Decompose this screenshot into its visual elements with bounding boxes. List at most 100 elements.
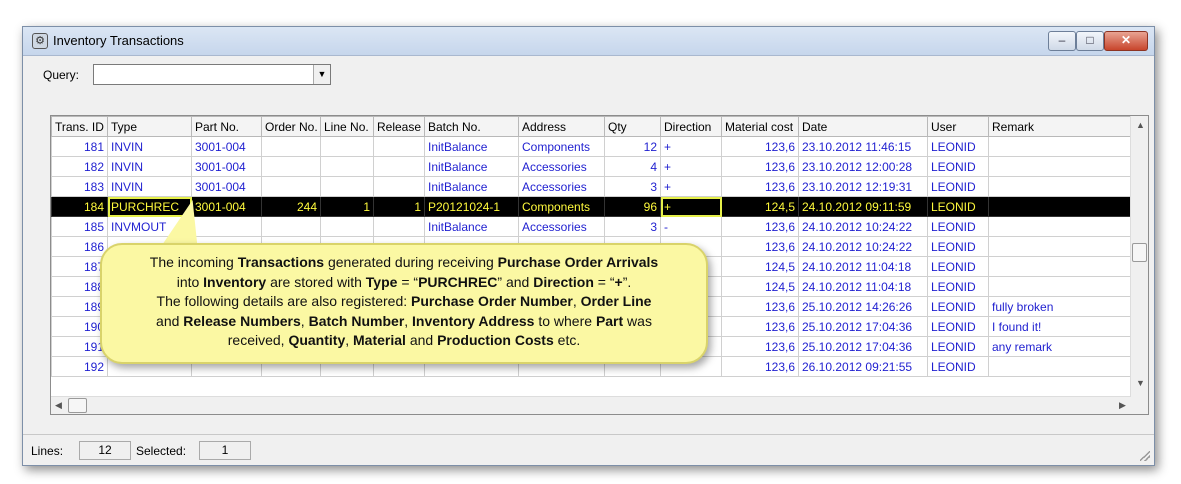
annotation-callout: The incoming Transactions generated duri… [100, 243, 708, 364]
column-header[interactable]: Order No. [261, 116, 321, 137]
table-cell [988, 276, 1131, 297]
selected-label: Selected: [136, 444, 187, 458]
table-cell: InitBalance [424, 156, 519, 177]
app-icon: ⚙ [32, 33, 48, 49]
table-cell: 123,6 [721, 136, 799, 157]
close-button[interactable]: ✕ [1104, 31, 1148, 51]
horizontal-scroll-thumb[interactable] [68, 398, 87, 413]
table-cell: 123,6 [721, 356, 799, 377]
table-cell: 4 [604, 156, 661, 177]
table-cell: 25.10.2012 14:26:26 [798, 296, 928, 317]
table-cell [320, 216, 374, 237]
column-header[interactable]: Part No. [191, 116, 262, 137]
table-cell [261, 176, 321, 197]
table-cell: LEONID [927, 216, 989, 237]
table-cell [988, 196, 1131, 217]
query-dropdown[interactable]: ▼ [93, 64, 331, 85]
table-cell: 3 [604, 176, 661, 197]
table-cell: 25.10.2012 17:04:36 [798, 316, 928, 337]
table-cell: 1 [373, 196, 425, 217]
chevron-down-icon[interactable]: ▼ [313, 65, 330, 84]
column-header[interactable]: Remark [988, 116, 1131, 137]
vertical-scroll-thumb[interactable] [1132, 243, 1147, 262]
table-cell [320, 156, 374, 177]
table-cell: + [660, 136, 722, 157]
maximize-button[interactable]: □ [1076, 31, 1104, 51]
table-cell: 24.10.2012 11:04:18 [798, 276, 928, 297]
table-cell: 3001-004 [191, 136, 262, 157]
table-cell: 24.10.2012 09:11:59 [798, 196, 928, 217]
table-cell: 3 [604, 216, 661, 237]
table-cell: 24.10.2012 11:04:18 [798, 256, 928, 277]
table-cell: 182 [51, 156, 108, 177]
table-cell: Accessories [518, 156, 605, 177]
column-header[interactable]: Line No. [320, 116, 374, 137]
title-bar[interactable]: ⚙ Inventory Transactions – □ ✕ [23, 27, 1154, 56]
resize-grip-icon[interactable] [1140, 451, 1150, 461]
scroll-left-icon[interactable]: ◀ [55, 400, 62, 411]
selected-count: 1 [199, 441, 251, 460]
table-cell: 186 [51, 236, 108, 257]
column-header[interactable]: Date [798, 116, 928, 137]
table-cell: 24.10.2012 10:24:22 [798, 236, 928, 257]
table-cell [988, 356, 1131, 377]
table-cell [988, 256, 1131, 277]
table-cell: LEONID [927, 336, 989, 357]
table-cell: InitBalance [424, 176, 519, 197]
lines-count: 12 [79, 441, 131, 460]
column-header[interactable]: Material cost [721, 116, 799, 137]
table-cell: 23.10.2012 11:46:15 [798, 136, 928, 157]
table-row[interactable]: 185 INVMOUT InitBalance Accessories 3-123,6 2… [51, 216, 1131, 237]
table-cell: InitBalance [424, 136, 519, 157]
table-cell [261, 216, 321, 237]
table-cell [988, 156, 1131, 177]
column-header[interactable]: Direction [660, 116, 722, 137]
status-bar: Lines: 12 Selected: 1 [23, 434, 1154, 465]
table-cell: 24.10.2012 10:24:22 [798, 216, 928, 237]
table-cell: - [660, 216, 722, 237]
table-cell: 192 [51, 356, 108, 377]
vertical-scrollbar[interactable]: ▲ ▼ [1130, 116, 1148, 414]
table-cell: 123,6 [721, 336, 799, 357]
table-cell: Accessories [518, 216, 605, 237]
column-header[interactable]: Trans. ID [51, 116, 108, 137]
table-cell [261, 156, 321, 177]
column-header[interactable]: Type [107, 116, 192, 137]
column-header[interactable]: User [927, 116, 989, 137]
table-cell: LEONID [927, 196, 989, 217]
table-cell: P20121024-1 [424, 196, 519, 217]
table-cell: Components [518, 136, 605, 157]
table-row[interactable]: 184 PURCHREC 3001-004 244 1 1 P20121024-1 Compo… [51, 196, 1131, 217]
table-cell: 123,6 [721, 236, 799, 257]
table-cell: INVIN [107, 136, 192, 157]
table-cell: 124,5 [721, 276, 799, 297]
horizontal-scrollbar[interactable]: ◀ ▶ [51, 396, 1131, 414]
table-cell: 96 [604, 196, 661, 217]
table-cell: Components [518, 196, 605, 217]
table-cell: 123,6 [721, 296, 799, 317]
table-row[interactable]: 182 INVIN 3001-004 InitBalance Accessories 4 +… [51, 156, 1131, 177]
table-cell: 25.10.2012 17:04:36 [798, 336, 928, 357]
table-cell [373, 216, 425, 237]
column-header[interactable]: Release [373, 116, 425, 137]
table-cell [320, 136, 374, 157]
table-cell: 183 [51, 176, 108, 197]
table-cell: 244 [261, 196, 321, 217]
column-header[interactable]: Batch No. [424, 116, 519, 137]
table-cell: 124,5 [721, 256, 799, 277]
scroll-right-icon[interactable]: ▶ [1119, 400, 1126, 411]
table-row[interactable]: 183 INVIN 3001-004 InitBalance Accessories 3 +… [51, 176, 1131, 197]
minimize-button[interactable]: – [1048, 31, 1076, 51]
table-cell: LEONID [927, 296, 989, 317]
table-cell [320, 176, 374, 197]
table-row[interactable]: 181 INVIN 3001-004 InitBalance Components 12 +… [51, 136, 1131, 157]
table-cell: 184 [51, 196, 108, 217]
column-header[interactable]: Address [518, 116, 605, 137]
scroll-down-icon[interactable]: ▼ [1136, 378, 1145, 388]
column-header[interactable]: Qty [604, 116, 661, 137]
table-cell: LEONID [927, 356, 989, 377]
scroll-up-icon[interactable]: ▲ [1136, 120, 1145, 130]
table-cell [373, 136, 425, 157]
table-cell: LEONID [927, 276, 989, 297]
query-label: Query: [43, 68, 80, 82]
